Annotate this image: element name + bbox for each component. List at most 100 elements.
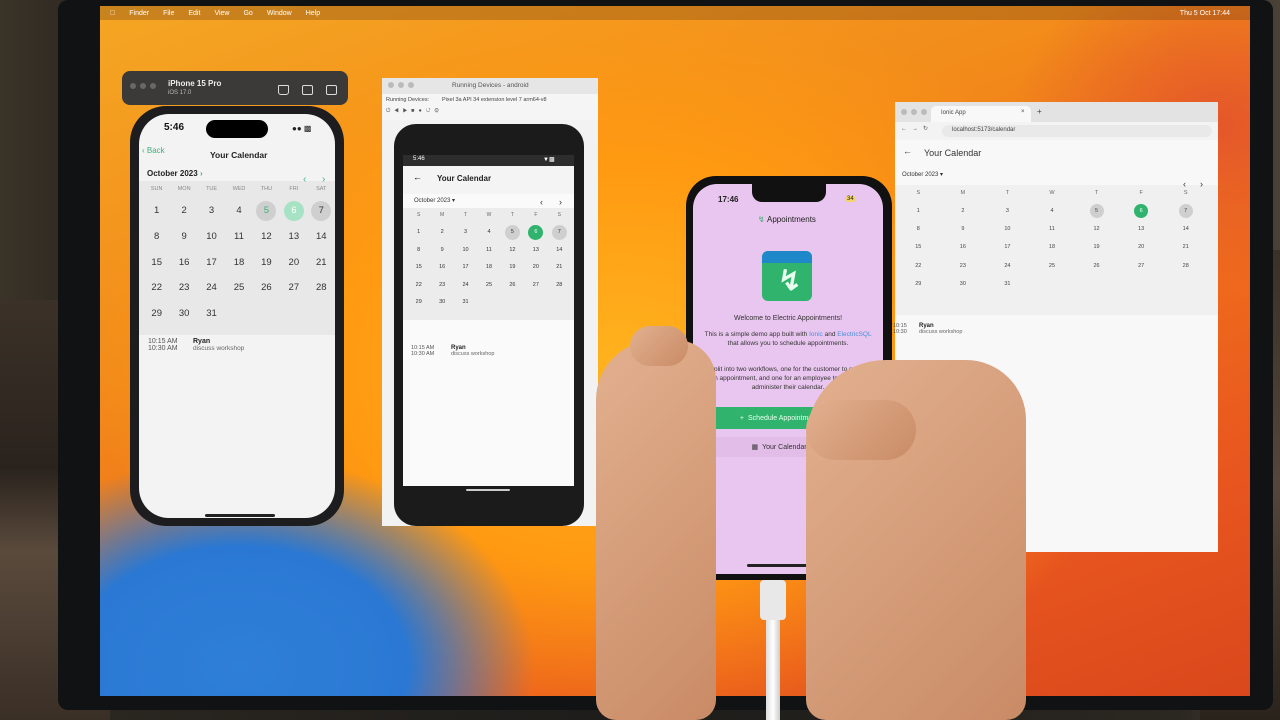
browser-day[interactable]: 13	[1119, 220, 1164, 238]
browser-day[interactable]: 1	[896, 202, 941, 220]
ios-day[interactable]: 6	[280, 198, 307, 224]
android-event-item[interactable]: Ryan discuss workshop	[451, 345, 494, 357]
android-day[interactable]: 12	[501, 242, 524, 260]
browser-day[interactable]: 17	[985, 238, 1030, 256]
ios-day[interactable]: 31	[198, 301, 225, 327]
browser-day[interactable]: 14	[1163, 220, 1208, 238]
android-day[interactable]: 26	[501, 277, 524, 295]
menu-window[interactable]: Window	[267, 10, 292, 17]
apple-icon[interactable]: 	[110, 10, 115, 17]
ios-day[interactable]: 3	[198, 198, 225, 224]
ios-day[interactable]: 23	[170, 275, 197, 301]
ionic-link[interactable]: Ionic	[809, 331, 823, 338]
android-day[interactable]: 15	[407, 259, 430, 277]
android-prev-month-icon[interactable]: ‹	[540, 197, 543, 207]
ios-day[interactable]: 28	[308, 275, 335, 301]
ios-day[interactable]: 18	[225, 250, 252, 276]
menu-help[interactable]: Help	[306, 10, 320, 17]
android-day[interactable]: 24	[454, 277, 477, 295]
android-day[interactable]: 2	[430, 224, 453, 242]
android-day[interactable]: 28	[548, 277, 571, 295]
android-day[interactable]: 11	[477, 242, 500, 260]
ios-day[interactable]: 9	[170, 224, 197, 250]
browser-day[interactable]: 20	[1119, 238, 1164, 256]
android-day[interactable]: 3	[454, 224, 477, 242]
menu-finder[interactable]: Finder	[129, 10, 149, 17]
ios-day[interactable]: 22	[143, 275, 170, 301]
android-day[interactable]: 22	[407, 277, 430, 295]
android-day[interactable]: 23	[430, 277, 453, 295]
ios-day[interactable]: 8	[143, 224, 170, 250]
browser-day[interactable]: 23	[941, 257, 986, 275]
browser-tab[interactable]: Ionic App ×	[931, 106, 1031, 122]
browser-day[interactable]: 31	[985, 275, 1030, 293]
browser-day[interactable]: 19	[1074, 238, 1119, 256]
android-day[interactable]: 20	[524, 259, 547, 277]
browser-day[interactable]: 16	[941, 238, 986, 256]
browser-day[interactable]: 6	[1119, 202, 1164, 220]
browser-day[interactable]: 21	[1163, 238, 1208, 256]
browser-month-picker[interactable]: October 2023 ▾	[902, 171, 943, 178]
android-day[interactable]: 4	[477, 224, 500, 242]
android-device-tab[interactable]: Pixel 3a API 34 extension level 7 arm64-…	[442, 97, 547, 103]
browser-day[interactable]: 15	[896, 238, 941, 256]
ios-day[interactable]: 25	[225, 275, 252, 301]
android-day[interactable]: 10	[454, 242, 477, 260]
ios-day[interactable]: 21	[308, 250, 335, 276]
rotate-icon[interactable]	[326, 85, 337, 95]
browser-day[interactable]: 3	[985, 202, 1030, 220]
ios-day[interactable]: 26	[253, 275, 280, 301]
android-day[interactable]: 9	[430, 242, 453, 260]
browser-day[interactable]: 11	[1030, 220, 1075, 238]
android-day[interactable]: 19	[501, 259, 524, 277]
menu-file[interactable]: File	[163, 10, 174, 17]
ios-day[interactable]: 4	[225, 198, 252, 224]
android-day[interactable]: 6	[524, 224, 547, 242]
android-day[interactable]: 7	[548, 224, 571, 242]
ios-prev-month-icon[interactable]: ‹	[303, 174, 306, 185]
android-day[interactable]: 30	[430, 294, 453, 312]
browser-day[interactable]: 7	[1163, 202, 1208, 220]
android-day[interactable]: 31	[454, 294, 477, 312]
browser-day[interactable]: 5	[1074, 202, 1119, 220]
new-tab-icon[interactable]: +	[1037, 107, 1042, 116]
ios-day[interactable]: 20	[280, 250, 307, 276]
browser-day[interactable]: 18	[1030, 238, 1075, 256]
menu-view[interactable]: View	[214, 10, 229, 17]
browser-day[interactable]: 12	[1074, 220, 1119, 238]
menu-edit[interactable]: Edit	[188, 10, 200, 17]
menu-go[interactable]: Go	[243, 10, 252, 17]
tab-close-icon[interactable]: ×	[1021, 109, 1025, 115]
android-day[interactable]: 17	[454, 259, 477, 277]
browser-next-month-icon[interactable]: ›	[1200, 179, 1203, 189]
browser-day[interactable]: 27	[1119, 257, 1164, 275]
android-day[interactable]: 13	[524, 242, 547, 260]
ios-day[interactable]: 11	[225, 224, 252, 250]
browser-day[interactable]: 10	[985, 220, 1030, 238]
browser-day[interactable]: 4	[1030, 202, 1075, 220]
browser-day[interactable]: 25	[1030, 257, 1075, 275]
browser-prev-month-icon[interactable]: ‹	[1183, 179, 1186, 189]
browser-day[interactable]: 24	[985, 257, 1030, 275]
ios-day[interactable]: 10	[198, 224, 225, 250]
ios-day[interactable]: 19	[253, 250, 280, 276]
android-day[interactable]: 8	[407, 242, 430, 260]
android-day[interactable]: 27	[524, 277, 547, 295]
ios-event-item[interactable]: Ryan discuss workshop	[193, 338, 244, 352]
ios-day[interactable]: 29	[143, 301, 170, 327]
android-next-month-icon[interactable]: ›	[559, 197, 562, 207]
android-day[interactable]: 1	[407, 224, 430, 242]
android-back-arrow-icon[interactable]: ←	[413, 172, 422, 182]
ios-day[interactable]: 2	[170, 198, 197, 224]
ios-back-button[interactable]: ‹ Back	[142, 146, 165, 155]
screenshot-icon[interactable]	[302, 85, 313, 95]
ios-day[interactable]: 15	[143, 250, 170, 276]
ios-day[interactable]: 27	[280, 275, 307, 301]
android-month-picker[interactable]: October 2023 ▾	[414, 197, 455, 204]
ios-day[interactable]: 5	[253, 198, 280, 224]
electricsql-link[interactable]: ElectricSQL	[837, 331, 871, 338]
android-day[interactable]: 14	[548, 242, 571, 260]
browser-day[interactable]: 2	[941, 202, 986, 220]
ios-day[interactable]: 13	[280, 224, 307, 250]
android-day[interactable]: 18	[477, 259, 500, 277]
